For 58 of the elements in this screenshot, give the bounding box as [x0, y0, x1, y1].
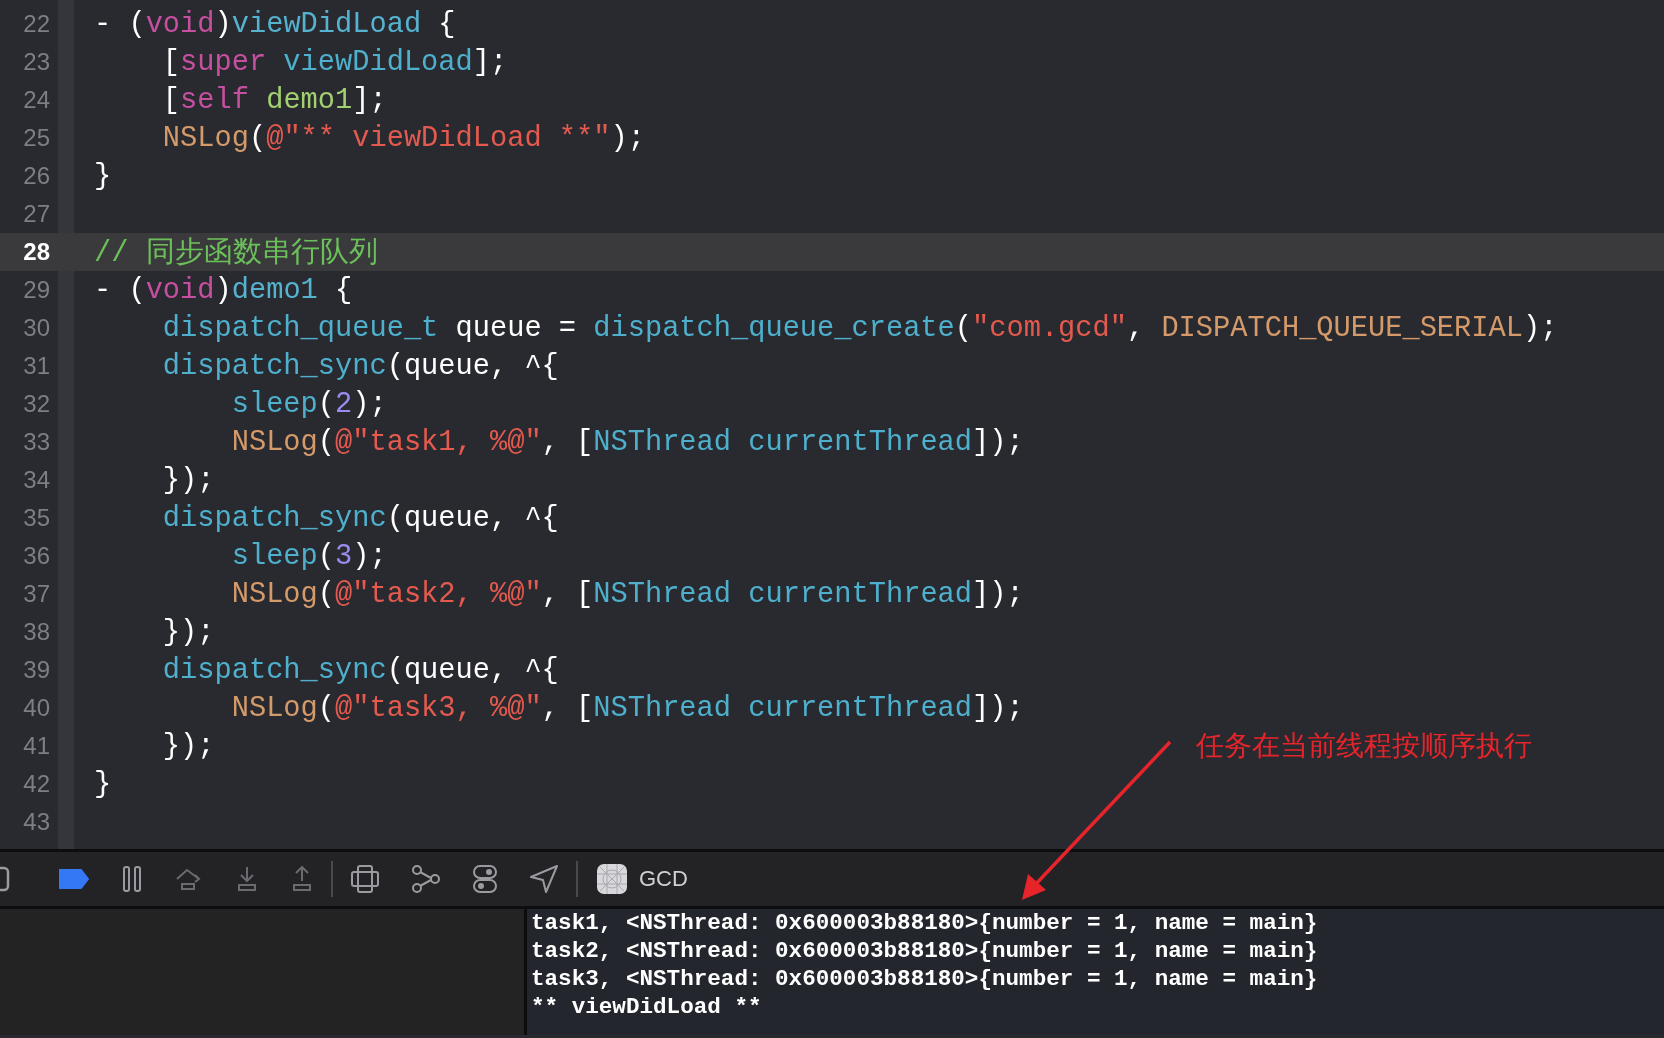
- code-line: }: [94, 159, 112, 193]
- line-number: 34: [22, 466, 50, 494]
- code-line: dispatch_sync(queue, ^{: [161, 653, 559, 687]
- step-over-icon[interactable]: [175, 867, 203, 891]
- line-number: 29: [22, 276, 50, 304]
- line-number: 41: [22, 732, 50, 760]
- console-line: task3, <NSThread: 0x600003b88180>{number = 1, name = main}: [531, 965, 1319, 993]
- annotation-text: 任务在当前线程按顺序执行: [1196, 728, 1532, 764]
- code-line: NSLog(@"** viewDidLoad **");: [161, 121, 645, 155]
- process-name: GCD: [639, 866, 688, 892]
- line-number: 22: [22, 10, 50, 38]
- line-number: 43: [22, 808, 50, 836]
- location-arrow-icon[interactable]: [530, 865, 558, 893]
- line-number: 26: [22, 162, 50, 190]
- code-line: sleep(3);: [230, 539, 387, 573]
- code-line: dispatch_sync(queue, ^{: [161, 501, 559, 535]
- step-out-icon[interactable]: [291, 866, 313, 892]
- app-icon: [596, 863, 628, 895]
- code-line: NSLog(@"task1, %@", [NSThread currentThread]);: [230, 425, 1024, 459]
- line-number: 32: [22, 390, 50, 418]
- line-number: 36: [22, 542, 50, 570]
- code-line: });: [161, 463, 215, 497]
- toggle-icon[interactable]: [473, 865, 497, 893]
- code-line: });: [161, 615, 215, 649]
- code-line: NSLog(@"task2, %@", [NSThread currentThread]);: [230, 577, 1024, 611]
- code-line: // 同步函数串行队列: [94, 236, 378, 272]
- code-line: });: [161, 729, 215, 763]
- code-line: NSLog(@"task3, %@", [NSThread currentThread]);: [230, 691, 1024, 725]
- line-number: 39: [22, 656, 50, 684]
- code-line: - (void)demo1 {: [94, 273, 353, 307]
- line-number: 25: [22, 124, 50, 152]
- line-number: 31: [22, 352, 50, 380]
- code-line: sleep(2);: [230, 387, 387, 421]
- breakpoint-icon[interactable]: [59, 869, 89, 889]
- line-number: 33: [22, 428, 50, 456]
- console-line: task1, <NSThread: 0x600003b88180>{number = 1, name = main}: [531, 909, 1319, 937]
- line-number: 28: [22, 238, 50, 266]
- code-line: dispatch_queue_t queue = dispatch_queue_create("com.gcd", DISPATCH_QUEUE_SERIAL);: [161, 311, 1558, 345]
- nodes-icon[interactable]: [412, 865, 440, 893]
- line-number: 38: [22, 618, 50, 646]
- step-into-icon[interactable]: [236, 866, 258, 892]
- console-line: ** viewDidLoad **: [531, 993, 763, 1021]
- line-number: 24: [22, 86, 50, 114]
- code-line: - (void)viewDidLoad {: [94, 7, 456, 41]
- line-number: 40: [22, 694, 50, 722]
- code-line: dispatch_sync(queue, ^{: [161, 349, 559, 383]
- line-number: 37: [22, 580, 50, 608]
- code-line: [self demo1];: [161, 83, 387, 117]
- line-number: 42: [22, 770, 50, 798]
- line-number: 30: [22, 314, 50, 342]
- pause-icon[interactable]: [122, 866, 142, 892]
- line-number: 23: [22, 48, 50, 76]
- line-number: 27: [22, 200, 50, 228]
- code-line: }: [94, 767, 112, 801]
- view-hierarchy-icon[interactable]: [351, 865, 379, 893]
- code-line: [super viewDidLoad];: [161, 45, 508, 79]
- console-line: task2, <NSThread: 0x600003b88180>{number = 1, name = main}: [531, 937, 1319, 965]
- line-number: 35: [22, 504, 50, 532]
